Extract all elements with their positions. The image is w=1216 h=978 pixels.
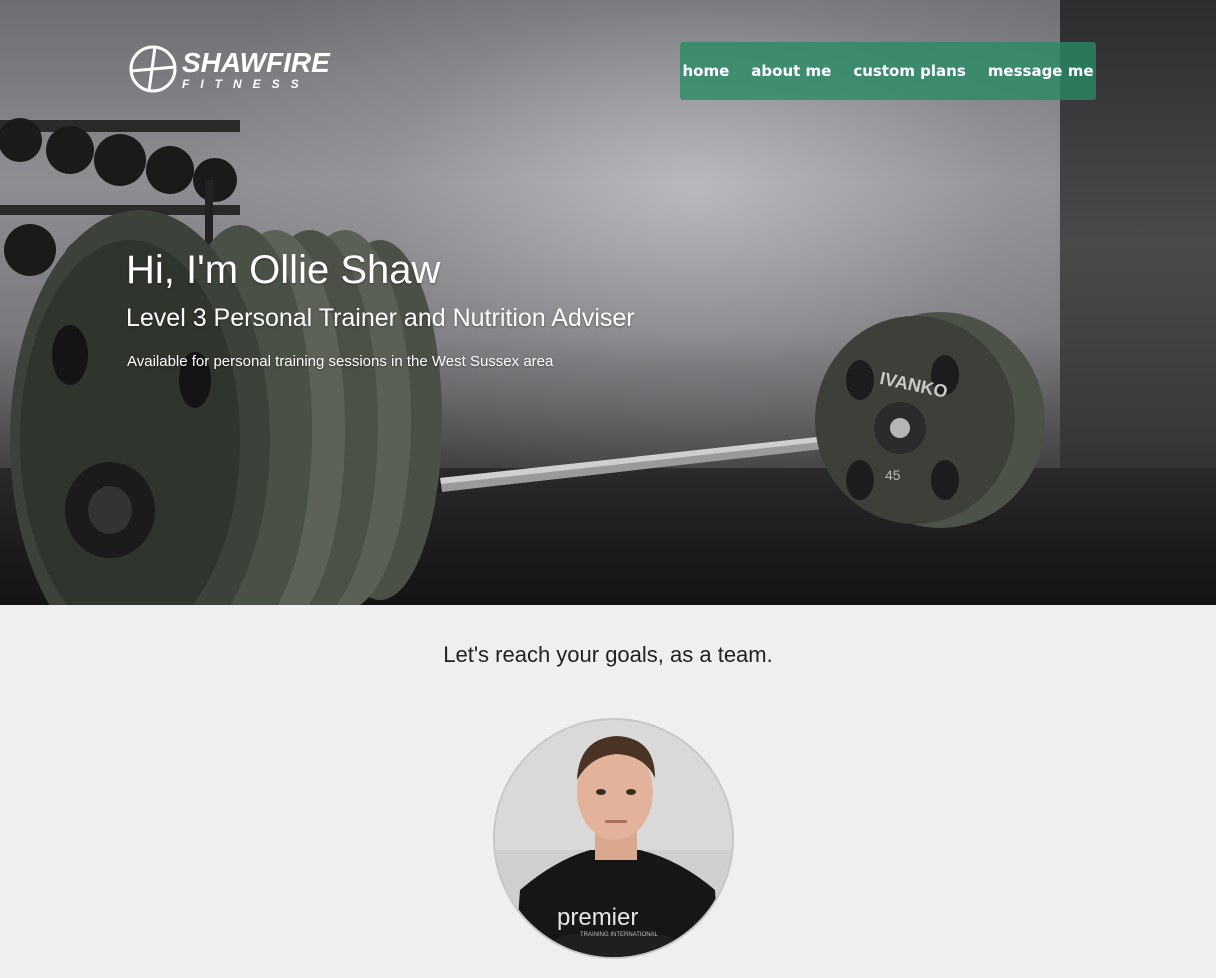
nav-item-message-me[interactable]: message me — [988, 62, 1094, 80]
shirt-logo-text: premier — [557, 904, 638, 931]
nav-item-custom-plans[interactable]: custom plans — [853, 62, 965, 80]
hero-description: Available for personal training sessions… — [127, 353, 554, 370]
brand-name: SHAWFIRE — [182, 46, 330, 78]
trainer-avatar: premier TRAINING INTERNATIONAL — [493, 718, 734, 959]
brand-tagline: FITNESS — [182, 76, 310, 91]
crosshair-circle-icon — [128, 44, 178, 94]
nav-item-about-me[interactable]: about me — [751, 62, 831, 80]
brand-logo[interactable]: SHAWFIRE FITNESS — [128, 44, 330, 94]
shirt-logo-subtext: TRAINING INTERNATIONAL — [580, 932, 659, 938]
brand-wordmark: SHAWFIRE FITNESS — [182, 46, 330, 91]
hero-banner: IVANKO 45 SHAWFIRE FITNESS home about me… — [0, 0, 1216, 605]
barbell-right-plates: IVANKO 45 — [815, 312, 1045, 528]
hero-subtitle: Level 3 Personal Trainer and Nutrition A… — [126, 304, 635, 332]
hero-title: Hi, I'm Ollie Shaw — [126, 248, 441, 292]
nav-item-home[interactable]: home — [683, 62, 730, 80]
section-tagline: Let's reach your goals, as a team. — [443, 642, 773, 667]
main-nav: home about me custom plans message me — [680, 42, 1096, 100]
plate-weight-label: 45 — [885, 467, 901, 483]
